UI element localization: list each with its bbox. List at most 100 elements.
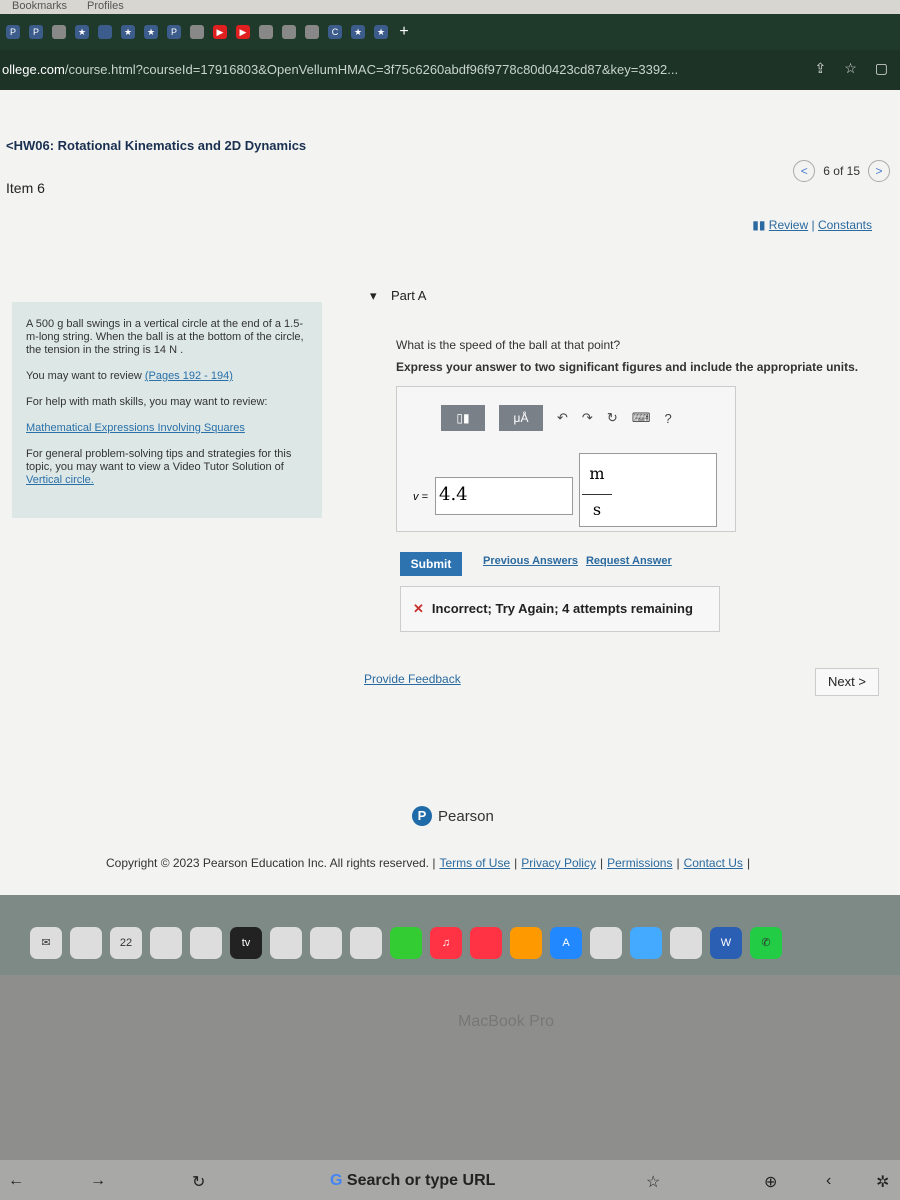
word-icon[interactable]: W bbox=[710, 927, 742, 959]
provide-feedback-link[interactable]: Provide Feedback bbox=[364, 672, 461, 686]
address-bar[interactable]: ollege.com/course.html?courseId=17916803… bbox=[0, 50, 900, 90]
instructions: Express your answer to two significant f… bbox=[396, 360, 859, 374]
variable-label: v = bbox=[413, 491, 428, 503]
tab-favicon[interactable] bbox=[259, 25, 273, 39]
problem-panel: A 500 g ball swings in a vertical circle… bbox=[12, 302, 322, 518]
bookmark-star-icon[interactable]: ☆ bbox=[646, 1172, 660, 1192]
keyboard-icon[interactable]: ⌨ bbox=[632, 410, 651, 426]
contact-link[interactable]: Contact Us bbox=[684, 856, 743, 870]
tab-favicon[interactable] bbox=[52, 25, 66, 39]
tab-favicon[interactable]: C bbox=[328, 25, 342, 39]
next-button[interactable]: Next > bbox=[815, 668, 879, 696]
x-icon: ✕ bbox=[413, 601, 424, 616]
value-input[interactable]: 4.4 bbox=[435, 477, 573, 515]
tab-favicon[interactable] bbox=[98, 25, 112, 39]
units-input[interactable]: ms bbox=[579, 453, 717, 527]
bookmark-star-icon[interactable]: ☆ bbox=[844, 60, 857, 77]
sidebar-icon[interactable]: ▢ bbox=[875, 60, 888, 77]
tab-favicon[interactable]: P bbox=[29, 25, 43, 39]
books-icon[interactable] bbox=[510, 927, 542, 959]
unit-numerator: m bbox=[589, 464, 605, 483]
tab-favicon[interactable]: P bbox=[167, 25, 181, 39]
math-link[interactable]: Mathematical Expressions Involving Squar… bbox=[26, 422, 245, 434]
calendar-icon[interactable]: 22 bbox=[110, 927, 142, 959]
review-link[interactable]: Review bbox=[769, 218, 808, 232]
assignment-link[interactable]: <HW06: Rotational Kinematics and 2D Dyna… bbox=[6, 138, 306, 153]
tab-favicon[interactable]: ★ bbox=[374, 25, 388, 39]
tab-favicon[interactable]: ★ bbox=[351, 25, 365, 39]
news-icon[interactable] bbox=[470, 927, 502, 959]
terms-link[interactable]: Terms of Use bbox=[439, 856, 510, 870]
esc-arrow-icon[interactable]: ← bbox=[8, 1172, 24, 1190]
undo-icon[interactable]: ↶ bbox=[557, 410, 568, 426]
macbook-label: MacBook Pro bbox=[458, 1013, 555, 1030]
youtube-icon[interactable]: ▶ bbox=[236, 25, 250, 39]
redo-icon[interactable]: ↷ bbox=[582, 410, 593, 426]
touchbar-search[interactable]: G Search or type URL bbox=[330, 1172, 495, 1190]
tab-favicon[interactable] bbox=[282, 25, 296, 39]
prev-item-button[interactable]: < bbox=[793, 160, 816, 182]
math-help-text: For help with math skills, you may want … bbox=[26, 396, 268, 408]
whatsapp-icon[interactable]: ✆ bbox=[750, 927, 782, 959]
reminders-icon[interactable] bbox=[270, 927, 302, 959]
next-item-button[interactable]: > bbox=[868, 160, 890, 182]
safari-icon[interactable] bbox=[630, 927, 662, 959]
pages-link[interactable]: (Pages 192 - 194) bbox=[145, 370, 233, 382]
menu-bookmarks[interactable]: Bookmarks bbox=[12, 0, 67, 12]
part-label: Part A bbox=[390, 288, 427, 303]
constants-link[interactable]: Constants bbox=[818, 218, 872, 232]
tab-favicon[interactable]: P bbox=[6, 25, 20, 39]
mail-icon[interactable]: ✉ bbox=[30, 927, 62, 959]
tab-favicon[interactable] bbox=[305, 25, 319, 39]
answer-box: ▯▮ μÅ ↶ ↷ ↻ ⌨? v = 4.4 ms bbox=[396, 386, 736, 532]
maps-icon[interactable] bbox=[310, 927, 342, 959]
review-prefix: You may want to review bbox=[26, 370, 145, 382]
chrome-icon[interactable] bbox=[670, 927, 702, 959]
apple-tv-icon[interactable]: tv bbox=[230, 927, 262, 959]
privacy-link[interactable]: Privacy Policy bbox=[521, 856, 596, 870]
contacts-icon[interactable] bbox=[70, 927, 102, 959]
review-links: ▮▮ Review | Constants bbox=[752, 218, 872, 232]
new-tab-icon[interactable]: ⊕ bbox=[764, 1172, 777, 1192]
freeform-icon[interactable] bbox=[190, 927, 222, 959]
settings-icon[interactable] bbox=[590, 927, 622, 959]
photos-icon[interactable] bbox=[350, 927, 382, 959]
reload-icon[interactable]: ↻ bbox=[192, 1172, 205, 1192]
new-tab-icon[interactable]: + bbox=[397, 24, 411, 40]
touch-bar: ← → ↻ G Search or type URL ☆ ⊕ ‹ ✲ bbox=[0, 1160, 900, 1200]
tab-favicon[interactable] bbox=[190, 25, 204, 39]
unit-denominator: s bbox=[592, 500, 602, 519]
brand: Pearson bbox=[438, 807, 494, 825]
tab-favicon[interactable]: ★ bbox=[75, 25, 89, 39]
notes-icon[interactable] bbox=[150, 927, 182, 959]
separator: | bbox=[811, 218, 815, 232]
tab-favicon[interactable]: ★ bbox=[144, 25, 158, 39]
templates-button[interactable]: ▯▮ bbox=[441, 405, 485, 431]
help-button[interactable]: ? bbox=[664, 411, 671, 426]
request-answer-link[interactable]: Request Answer bbox=[586, 555, 672, 567]
item-pager: <6 of 15 > bbox=[793, 160, 890, 182]
item-label: Item 6 bbox=[6, 180, 45, 196]
facetime-icon[interactable] bbox=[390, 927, 422, 959]
previous-answers-link[interactable]: Previous Answers bbox=[483, 555, 578, 567]
brightness-icon[interactable]: ‹ bbox=[826, 1172, 831, 1190]
feedback-message: ✕ Incorrect; Try Again; 4 attempts remain… bbox=[400, 586, 720, 632]
part-a-header[interactable]: ▾ Part A bbox=[370, 288, 426, 304]
tab-favicon[interactable]: ★ bbox=[121, 25, 135, 39]
permissions-link[interactable]: Permissions bbox=[607, 856, 672, 870]
sun-icon[interactable]: ✲ bbox=[876, 1172, 889, 1192]
submit-button[interactable]: Submit bbox=[400, 552, 462, 576]
forward-icon[interactable]: → bbox=[90, 1172, 106, 1190]
app-store-icon[interactable]: A bbox=[550, 927, 582, 959]
youtube-icon[interactable]: ▶ bbox=[213, 25, 227, 39]
menu-profiles[interactable]: Profiles bbox=[87, 0, 124, 12]
music-icon[interactable]: ♫ bbox=[430, 927, 462, 959]
symbols-button[interactable]: μÅ bbox=[499, 405, 543, 431]
copyright-text: Copyright © 2023 Pearson Education Inc. … bbox=[106, 856, 436, 870]
share-icon[interactable]: ⇪ bbox=[814, 60, 826, 77]
page-content: <HW06: Rotational Kinematics and 2D Dyna… bbox=[0, 90, 900, 895]
review-icon: ▮▮ bbox=[752, 218, 769, 232]
video-tutor-link[interactable]: Vertical circle. bbox=[26, 474, 94, 486]
collapse-icon: ▾ bbox=[370, 288, 391, 303]
reset-icon[interactable]: ↻ bbox=[607, 410, 618, 426]
